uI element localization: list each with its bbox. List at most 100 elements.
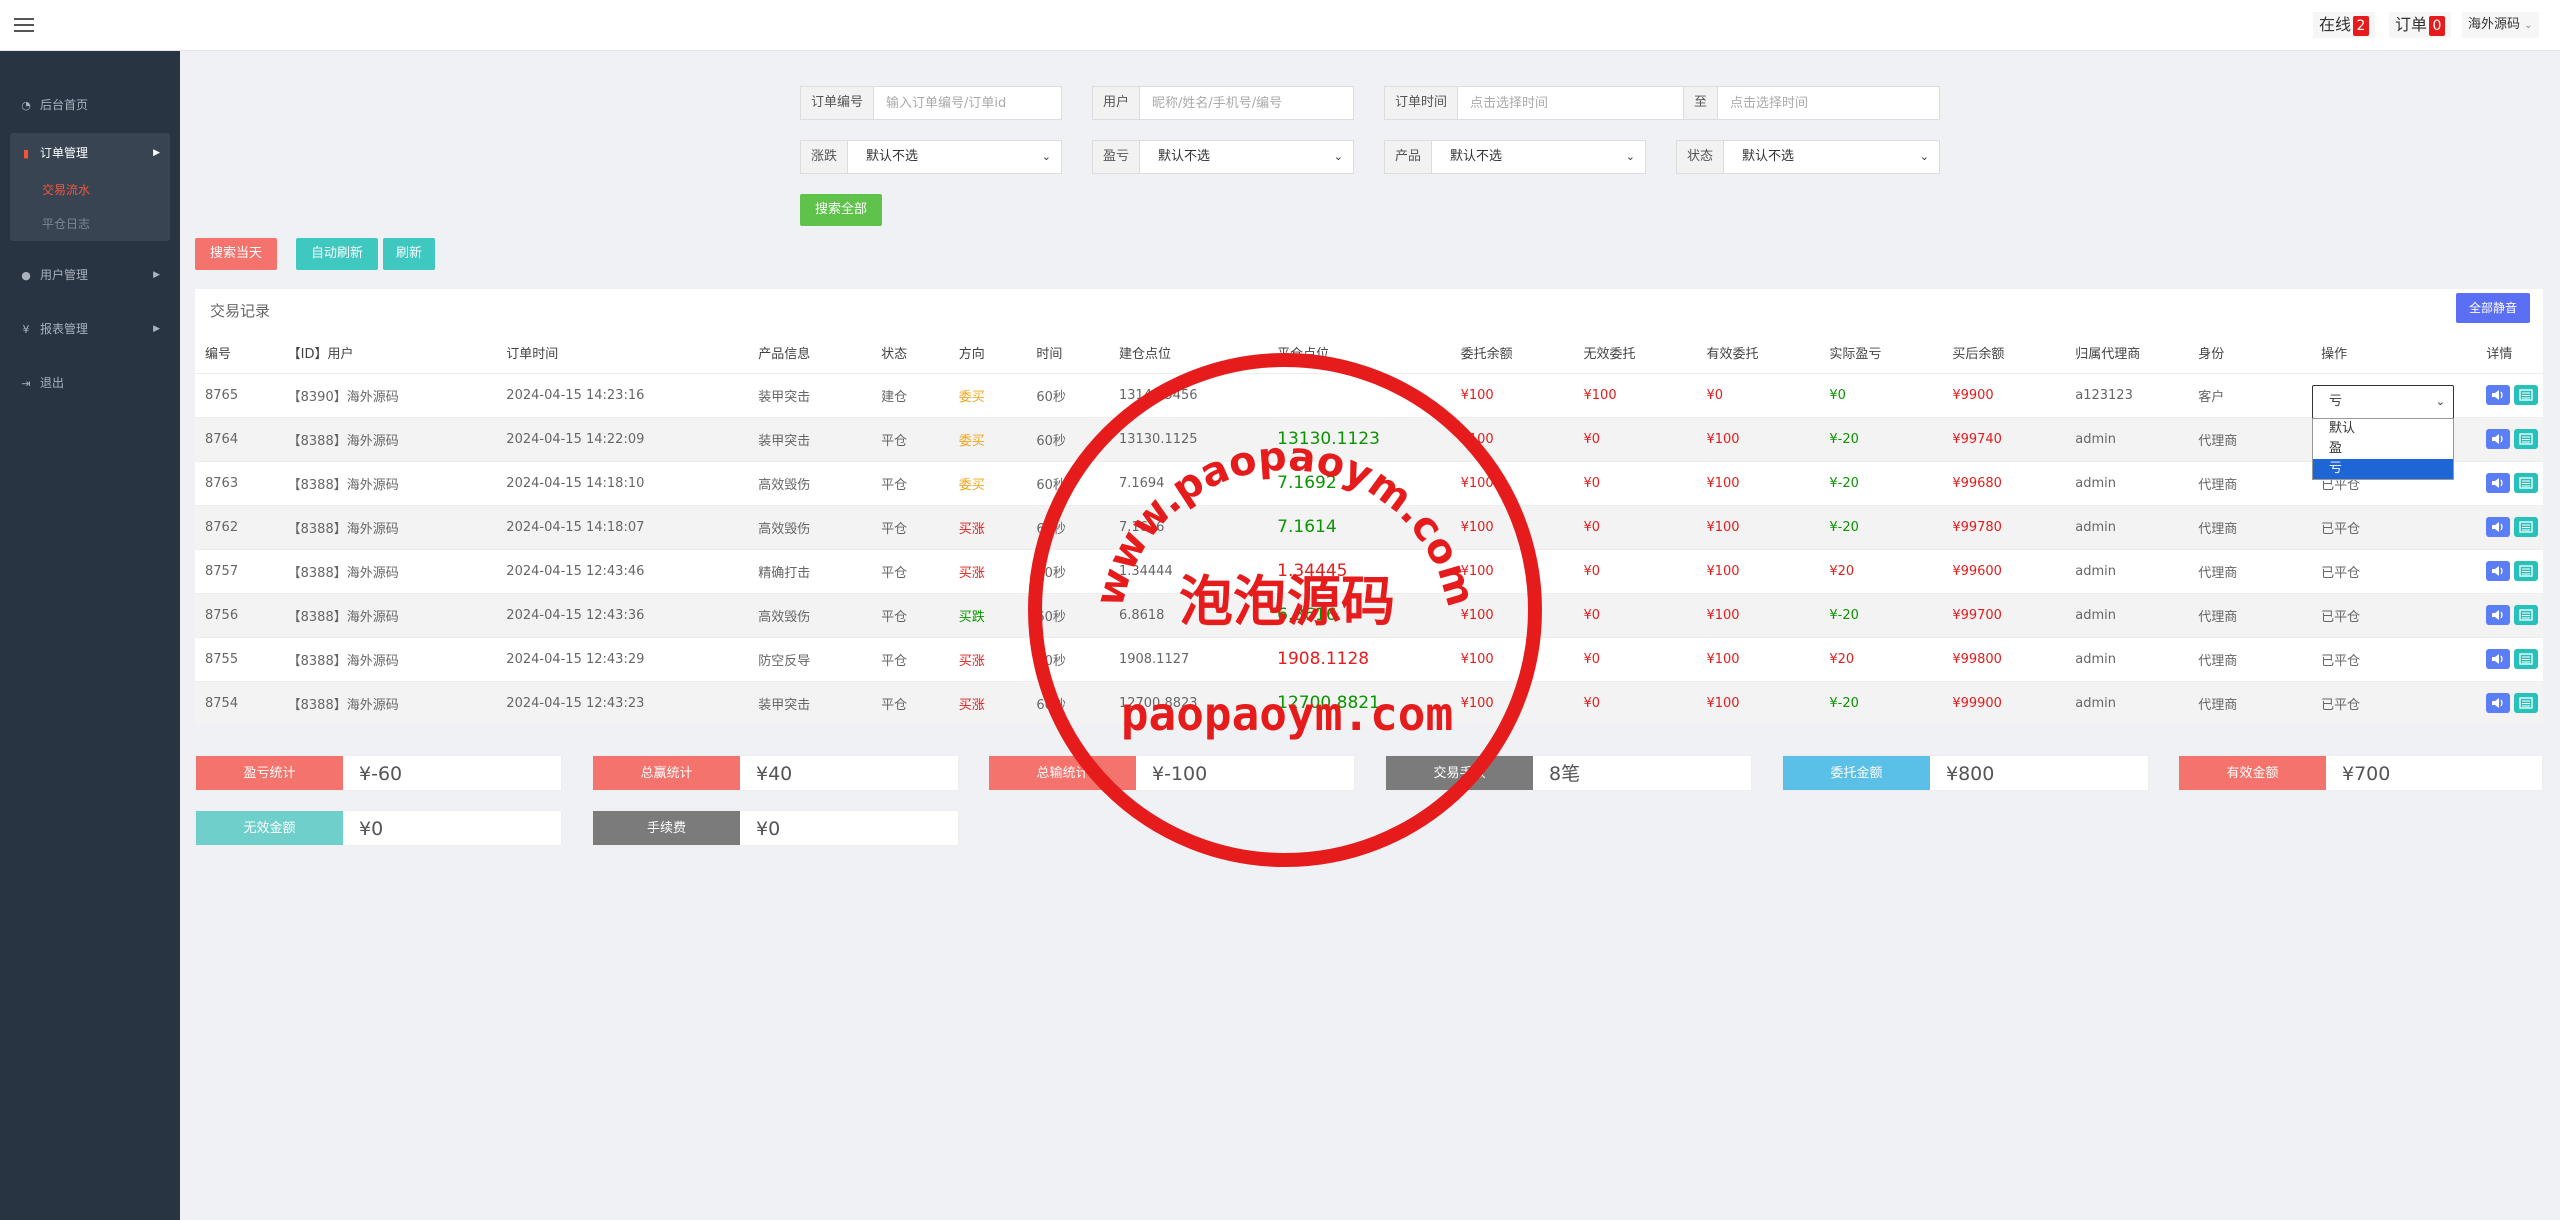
sound-icon[interactable] [2486,517,2511,537]
valid-entrust-cell: ¥100 [1696,592,1820,637]
user-menu[interactable]: 海外源码 ⌄ [2462,12,2539,38]
stat-box: 总输统计 ¥-100 [988,755,1355,791]
dropdown-option-loss[interactable]: 亏 [2313,459,2453,479]
stat-value: 8笔 [1549,763,1581,785]
start-time-input[interactable] [1458,87,1683,119]
order-id-cell: 8764 [195,416,278,461]
role-cell: 代理商 [2188,636,2312,681]
valid-entrust-cell: ¥100 [1696,416,1820,461]
detail-icon[interactable] [2514,517,2539,537]
dropdown-option-profit[interactable]: 盈 [2313,439,2453,459]
entrust-amount-cell: ¥100 [1450,592,1574,637]
menu-toggle-icon[interactable] [14,14,34,34]
detail-icon[interactable] [2514,605,2539,625]
invalid-entrust-cell: ¥100 [1573,372,1697,417]
order-number-input[interactable] [874,87,1061,119]
sound-icon[interactable] [2486,605,2511,625]
stat-label: 总赢统计 [593,756,740,790]
online-indicator[interactable]: 在线 2 [2313,12,2376,38]
order-time-cell: 2024-04-15 12:43:23 [496,680,749,725]
detail-icon[interactable] [2514,693,2539,714]
top-bar: 在线 2 订单 0 海外源码 ⌄ [0,0,2560,51]
product-name-cell: 装甲突击 [748,416,872,461]
balance-after-cell: ¥99900 [1942,680,2066,725]
duration-cell: 60秒 [1026,592,1109,637]
actual-pnl-cell: ¥-20 [1819,416,1943,461]
sidebar-subitem-transactions[interactable]: 交易流水 [10,173,170,207]
detail-icon[interactable] [2514,385,2539,405]
sound-icon[interactable] [2486,649,2511,669]
sound-icon[interactable] [2486,385,2511,405]
sound-icon[interactable] [2486,429,2511,449]
column-header: 时间 [1036,347,1063,363]
direction-cell: 委买 [948,416,1027,461]
order-user-cell: 【8388】海外源码 [277,592,497,637]
search-today-button[interactable]: 搜索当天 [195,238,277,270]
refresh-button[interactable]: 刷新 [383,238,435,270]
invalid-entrust-cell: ¥0 [1573,548,1697,593]
sound-icon[interactable] [2486,561,2511,581]
detail-icon[interactable] [2514,561,2539,581]
status-select[interactable]: 默认不选 ⌄ [1724,141,1939,173]
role-cell: 代理商 [2188,680,2312,725]
stat-box: 总赢统计 ¥40 [592,755,959,791]
status-label: 状态 [1677,141,1725,173]
close-price-cell [1267,372,1451,417]
operation-select[interactable]: 亏 ⌄ [2312,385,2454,419]
rise-fall-select[interactable]: 默认不选 ⌄ [848,141,1061,173]
sidebar-item-orders[interactable]: ▮ 订单管理 ▶ [10,133,170,173]
open-price-cell: 1908.1127 [1108,636,1268,681]
close-price-cell: 13130.1123 [1267,416,1451,461]
balance-after-cell: ¥99740 [1942,416,2066,461]
detail-icon[interactable] [2514,473,2539,493]
open-price-cell: 13130.1125 [1108,416,1268,461]
order-status-cell: 平仓 [871,548,949,593]
detail-icon[interactable] [2514,649,2539,669]
details-cell [2476,372,2543,417]
sidebar-item-logout[interactable]: ⇥ 退出 [0,363,180,403]
order-id-cell: 8756 [195,592,278,637]
end-time-input[interactable] [1718,87,1939,119]
sidebar-item-label: 订单管理 [40,146,89,160]
auto-refresh-button[interactable]: 自动刷新 [296,238,378,270]
close-price-cell: 12700.8821 [1267,680,1451,725]
sidebar-item-dashboard[interactable]: ◔ 后台首页 [0,85,180,125]
entrust-amount-cell: ¥100 [1450,548,1574,593]
sidebar-item-reports[interactable]: ¥ 报表管理 ▶ [0,309,180,349]
search-all-button[interactable]: 搜索全部 [800,194,882,226]
open-price-cell: 12700.8823 [1108,680,1268,725]
entrust-amount-cell: ¥100 [1450,680,1574,725]
entrust-amount-cell: ¥100 [1450,636,1574,681]
duration-cell: 60秒 [1026,636,1109,681]
user-filter: 用户 [1092,86,1354,120]
orders-label: 订单 [2395,15,2428,34]
sound-icon[interactable] [2486,473,2511,493]
detail-icon[interactable] [2514,429,2539,449]
chevron-right-icon: ▶ [153,324,160,334]
close-price-cell: 1.34445 [1267,548,1451,593]
mute-all-button[interactable]: 全部静音 [2456,293,2530,323]
logout-icon: ⇥ [21,377,31,390]
product-select[interactable]: 默认不选 ⌄ [1432,141,1645,173]
user-input[interactable] [1140,87,1353,119]
order-status-cell: 平仓 [871,460,949,505]
dropdown-option-default[interactable]: 默认 [2313,419,2453,439]
sidebar-subitem-close-log[interactable]: 平仓日志 [10,207,170,241]
agent-name-cell: a123123 [2065,372,2189,417]
order-status-cell: 平仓 [871,504,949,549]
invalid-entrust-cell: ¥0 [1573,680,1697,725]
open-price-cell: 7.1616 [1108,504,1268,549]
pnl-select[interactable]: 默认不选 ⌄ [1140,141,1353,173]
column-header: 平仓点位 [1277,347,1330,363]
transactions-table: 编号 【ID】用户 订单时间 产品信息 状态 方向 时间 建仓点位 平仓点位 委托余额 无效委托 有效… [195,333,2543,725]
table-row: 8757 【8388】海外源码 2024-04-15 12:43:46 精确打击 平仓买… [195,548,2543,593]
balance-after-cell: ¥9900 [1942,372,2066,417]
close-price-cell: 1908.1128 [1267,636,1451,681]
details-cell [2476,680,2543,725]
invalid-entrust-cell: ¥0 [1573,504,1697,549]
operation-cell: 已平仓 [2311,592,2477,637]
orders-count-badge: 0 [2429,16,2446,36]
orders-indicator[interactable]: 订单 0 [2389,12,2452,38]
sidebar-item-users[interactable]: ● 用户管理 ▶ [0,255,180,295]
sound-icon[interactable] [2486,693,2511,714]
